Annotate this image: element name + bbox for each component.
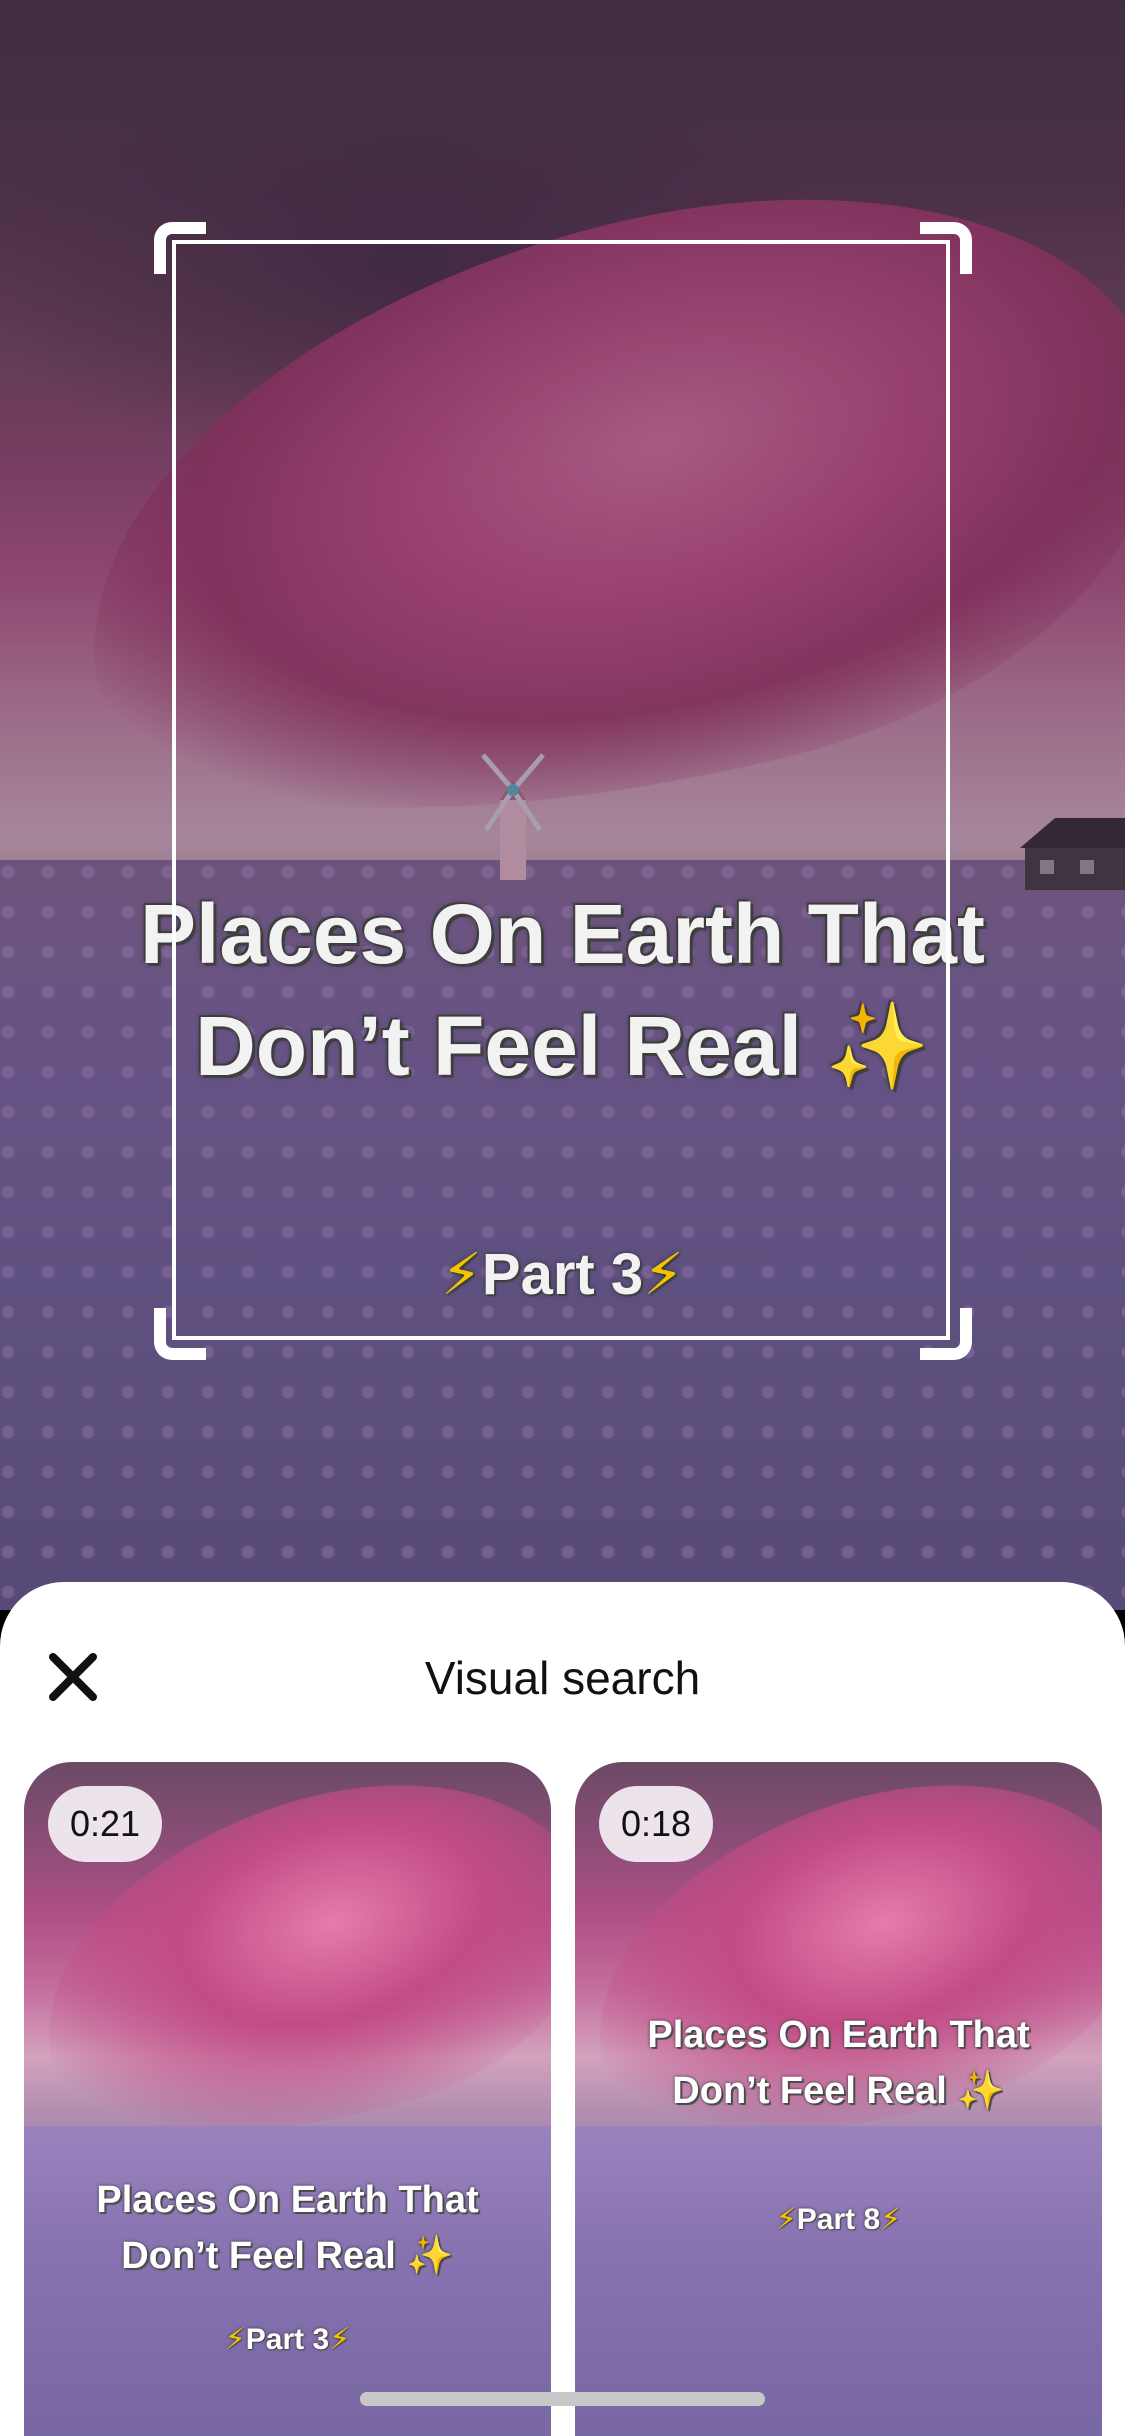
sheet-title: Visual search xyxy=(424,1652,701,1704)
result-card[interactable]: 0:21 Places On Earth That Don’t Feel Rea… xyxy=(24,1762,551,2436)
duration-badge: 0:18 xyxy=(599,1786,714,1862)
crop-handle-top-left[interactable] xyxy=(154,222,206,274)
thumbnail-caption-line-2-text: Don’t Feel Real xyxy=(121,2235,396,2277)
thumbnail-part-label: ⚡Part 8⚡ xyxy=(575,2202,1102,2237)
thumbnail-field xyxy=(575,2126,1102,2436)
thumbnail-caption-line-1: Places On Earth That xyxy=(647,2014,1030,2056)
lightning-icon: ⚡ xyxy=(880,2203,902,2236)
thumbnail-caption-line-2: Don’t Feel Real ✨ xyxy=(575,2063,1102,2119)
lightning-icon: ⚡ xyxy=(329,2323,351,2356)
home-indicator[interactable] xyxy=(360,2392,765,2406)
thumbnail-part-text: Part 8 xyxy=(796,2203,881,2236)
source-image[interactable]: Places On Earth That Don’t Feel Real ✨ ⚡… xyxy=(0,0,1125,1610)
thumbnail-part-label: ⚡Part 3⚡ xyxy=(24,2322,551,2357)
sparkle-icon: ✨ xyxy=(406,2235,454,2277)
lightning-icon: ⚡ xyxy=(224,2323,246,2356)
duration-badge: 0:21 xyxy=(48,1786,163,1862)
thumbnail-caption: Places On Earth That Don’t Feel Real ✨ xyxy=(575,2007,1102,2119)
crop-handle-bottom-left[interactable] xyxy=(154,1308,206,1360)
sheet-header: Visual search xyxy=(0,1582,1125,1762)
crop-handle-bottom-right[interactable] xyxy=(920,1308,972,1360)
crop-handle-top-right[interactable] xyxy=(920,222,972,274)
sparkle-icon: ✨ xyxy=(957,2070,1005,2112)
thumbnail-part-text: Part 3 xyxy=(245,2323,330,2356)
thumbnail-caption-line-2-text: Don’t Feel Real xyxy=(672,2070,947,2112)
visual-search-sheet: Visual search 0:21 Places On Earth That … xyxy=(0,1582,1125,2436)
lightning-icon: ⚡ xyxy=(775,2203,797,2236)
result-card[interactable]: 0:18 Places On Earth That Don’t Feel Rea… xyxy=(575,1762,1102,2436)
crop-selection-box[interactable] xyxy=(172,240,950,1340)
thumbnail-caption: Places On Earth That Don’t Feel Real ✨ xyxy=(24,2172,551,2284)
thumbnail-caption-line-1: Places On Earth That xyxy=(96,2179,479,2221)
thumbnail-caption-line-2: Don’t Feel Real ✨ xyxy=(24,2228,551,2284)
visual-search-screen: Places On Earth That Don’t Feel Real ✨ ⚡… xyxy=(0,0,1125,2436)
